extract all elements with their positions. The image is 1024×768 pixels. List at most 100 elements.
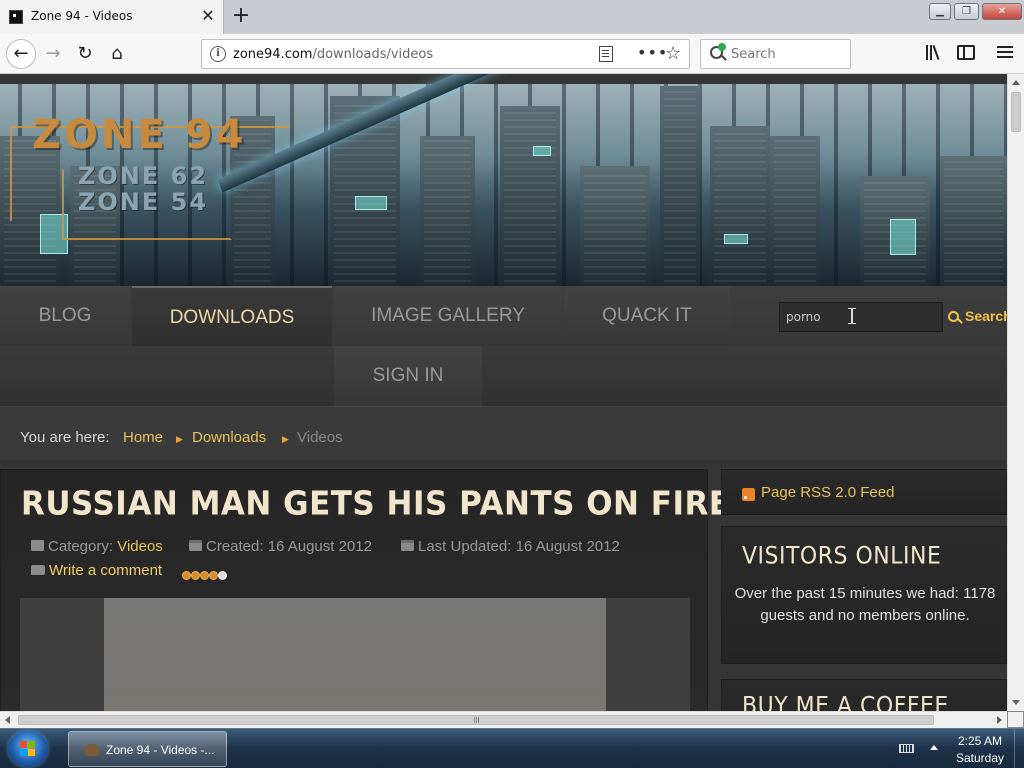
back-button[interactable]: ← xyxy=(6,39,36,69)
browser-tab[interactable]: Zone 94 - Videos ✕ xyxy=(0,0,224,34)
maximize-button[interactable]: ❐ xyxy=(954,3,979,20)
url-text[interactable]: zone94.com/downloads/videos xyxy=(233,47,433,62)
breadcrumb-current: Videos xyxy=(297,429,343,446)
coffee-heading: BUY ME A COFFEE xyxy=(742,692,949,711)
home-button[interactable]: ⌂ xyxy=(103,40,131,68)
hamburger-menu-icon[interactable] xyxy=(997,45,1013,59)
rating-star-icon[interactable] xyxy=(209,571,218,580)
new-tab-button[interactable]: + xyxy=(230,4,252,28)
write-comment-link[interactable]: Write a comment xyxy=(49,562,162,579)
forward-button[interactable]: → xyxy=(39,40,67,68)
tray-expand-icon[interactable] xyxy=(930,745,938,750)
rating-star-icon[interactable] xyxy=(200,571,209,580)
site-logo-sub: ZONE 62 xyxy=(78,162,209,190)
rating-star-icon[interactable] xyxy=(191,571,200,580)
search-engine-add-icon xyxy=(718,43,726,51)
scroll-right-arrow-icon[interactable] xyxy=(997,716,1002,724)
category-link[interactable]: Videos xyxy=(117,538,163,555)
taskbar-item-label: Zone 94 - Videos -... xyxy=(106,743,215,757)
folder-icon xyxy=(31,540,44,551)
scroll-grip-icon xyxy=(474,717,480,723)
created-date: Created: 16 August 2012 xyxy=(206,538,372,555)
bookmark-star-icon[interactable]: ☆ xyxy=(665,43,681,64)
visitors-box: VISITORS ONLINE Over the past 15 minutes… xyxy=(721,526,1007,664)
vertical-scrollbar[interactable] xyxy=(1007,74,1024,711)
comment-icon xyxy=(31,565,45,575)
rss-link[interactable]: Page RSS 2.0 Feed xyxy=(761,484,894,501)
site-search-input[interactable]: porno xyxy=(779,302,943,332)
calendar-icon xyxy=(401,540,414,551)
nav-item-image-gallery[interactable]: IMAGE GALLERY xyxy=(334,286,562,346)
write-comment[interactable]: Write a comment xyxy=(31,562,162,579)
video-player[interactable] xyxy=(20,598,690,711)
calendar-icon xyxy=(189,540,202,551)
vertical-scroll-thumb[interactable] xyxy=(1011,92,1021,132)
banner-building xyxy=(940,156,1007,286)
close-tab-icon[interactable]: ✕ xyxy=(199,6,217,26)
scroll-down-arrow-icon[interactable] xyxy=(1012,700,1020,705)
visitors-heading: VISITORS ONLINE xyxy=(742,542,942,571)
banner-building xyxy=(710,126,770,286)
clock-time[interactable]: 2:25 AM xyxy=(950,734,1010,748)
clock-day[interactable]: Saturday xyxy=(950,751,1010,765)
article-category: Category: Videos xyxy=(31,538,163,555)
banner-hologram xyxy=(533,146,551,156)
coffee-box: BUY ME A COFFEE xyxy=(721,679,1007,711)
browser-search-input[interactable]: Search xyxy=(700,39,851,69)
banner-building xyxy=(770,136,820,286)
breadcrumb: You are here: Home ▶ Downloads ▶ Videos xyxy=(0,406,1007,460)
nav-item-downloads[interactable]: DOWNLOADS xyxy=(132,286,332,346)
sidebar-toggle-icon[interactable] xyxy=(957,45,975,60)
text-cursor-icon xyxy=(848,308,856,324)
windows-logo-icon xyxy=(20,741,36,757)
nav-item-quack-it[interactable]: QUACK IT xyxy=(564,286,730,346)
start-button[interactable] xyxy=(8,731,48,767)
reload-button[interactable]: ↻ xyxy=(71,40,99,68)
scroll-up-arrow-icon[interactable] xyxy=(1012,80,1020,85)
site-search-button-label: Search xyxy=(965,308,1007,324)
window-close-button[interactable]: ✕ xyxy=(982,3,1022,20)
horizontal-scroll-thumb[interactable] xyxy=(18,715,934,725)
site-logo-sub: ZONE 54 xyxy=(78,188,209,216)
minimize-button[interactable]: ▁ xyxy=(929,3,951,20)
site-nav-row2 xyxy=(0,346,1007,406)
updated-date: Last Updated: 16 August 2012 xyxy=(418,538,620,555)
app-icon xyxy=(85,744,99,756)
site-logo[interactable]: ZONE 94 xyxy=(32,112,246,158)
rss-box: Page RSS 2.0 Feed xyxy=(721,469,1007,515)
banner-hologram xyxy=(355,196,387,210)
taskbar-firefox-item[interactable]: Zone 94 - Videos -... xyxy=(68,731,227,767)
article-title[interactable]: RUSSIAN MAN GETS HIS PANTS ON FIRE xyxy=(21,485,731,523)
category-label: Category: xyxy=(48,538,114,555)
article-updated: Last Updated: 16 August 2012 xyxy=(401,538,620,555)
page-actions-icon[interactable]: ••• xyxy=(637,43,668,62)
breadcrumb-separator-icon: ▶ xyxy=(176,434,183,444)
star-rating[interactable] xyxy=(182,569,227,584)
breadcrumb-separator-icon: ▶ xyxy=(282,434,289,444)
rating-star-icon[interactable] xyxy=(218,571,227,580)
show-desktop-button[interactable] xyxy=(1014,729,1024,768)
keyboard-icon[interactable] xyxy=(899,744,914,753)
page-viewport: ZONE 94 ZONE 62 ZONE 54 BLOG DOWNLOADS I… xyxy=(0,74,1007,711)
nav-item-blog[interactable]: BLOG xyxy=(0,286,130,346)
site-search-button[interactable]: Search xyxy=(948,304,1007,328)
address-bar[interactable]: i zone94.com/downloads/videos ••• ☆ xyxy=(201,39,690,69)
url-domain: zone94.com xyxy=(233,47,313,62)
scroll-left-arrow-icon[interactable] xyxy=(5,716,10,724)
breadcrumb-downloads[interactable]: Downloads xyxy=(192,429,266,446)
breadcrumb-home[interactable]: Home xyxy=(123,429,163,446)
reader-view-icon[interactable] xyxy=(599,46,613,62)
video-frame[interactable] xyxy=(104,598,606,711)
site-banner: ZONE 94 ZONE 62 ZONE 54 xyxy=(0,74,1007,286)
banner-hologram xyxy=(890,219,916,255)
browser-navbar: ← → ↻ ⌂ i zone94.com/downloads/videos ••… xyxy=(0,34,1024,74)
site-favicon-icon xyxy=(9,10,23,24)
rss-icon xyxy=(742,488,755,501)
nav-item-sign-in[interactable]: SIGN IN xyxy=(334,346,482,406)
page-info-icon[interactable]: i xyxy=(210,46,226,62)
horizontal-scrollbar[interactable] xyxy=(0,711,1007,728)
browser-titlebar: Zone 94 - Videos ✕ + ▁ ❐ ✕ xyxy=(0,0,1024,34)
banner-building xyxy=(580,166,650,286)
library-icon[interactable] xyxy=(924,44,944,62)
rating-star-icon[interactable] xyxy=(182,571,191,580)
